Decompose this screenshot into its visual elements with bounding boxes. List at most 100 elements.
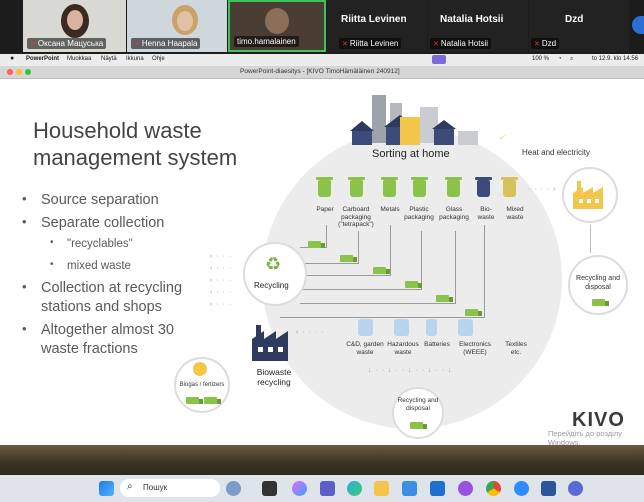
bullet-dot: • [22, 191, 27, 206]
bin-label-bio: Bio-waste [477, 206, 495, 221]
bullet-text: Collection at recycling [41, 280, 183, 296]
truck-icon [204, 397, 221, 404]
search-icon[interactable]: ⌕ [570, 56, 573, 63]
video-tile-6[interactable]: Dzd ✕ Dzd [529, 0, 629, 52]
menu-item-help[interactable]: Ohje [152, 56, 165, 62]
app-icon[interactable] [568, 481, 583, 496]
folder-icon[interactable] [374, 481, 389, 496]
bullet-dot: • [50, 259, 54, 270]
edge-icon[interactable] [347, 481, 362, 496]
mic-muted-icon: ✕ [433, 41, 439, 48]
more-participants-button[interactable] [632, 16, 644, 34]
mail-icon[interactable] [430, 481, 445, 496]
batteries-icon [426, 319, 437, 336]
bio-to-factory-arrow: ‹ · · · · [296, 329, 325, 336]
minimize-window-button[interactable] [16, 69, 22, 75]
bio-line [484, 225, 485, 317]
participant-name-2: ✕ Henna Haapala [131, 38, 201, 49]
mac-menubar: ● PowerPoint Muokkaa Näytä Ikkuna Ohje 1… [0, 54, 644, 66]
video-tile-2[interactable]: ✕ Henna Haapala [127, 0, 227, 52]
menu-app-name[interactable]: PowerPoint [26, 56, 59, 62]
mic-muted-icon: ✕ [30, 41, 36, 48]
mixed-waste-bin-icon [501, 177, 518, 197]
windows-taskbar: ⌕ Пошук [0, 475, 644, 502]
plastic-line-h [300, 289, 422, 290]
lightning-icon: ⚡ [193, 362, 207, 376]
battery-status: 100 % [532, 56, 550, 62]
wifi-icon: ◔ [558, 56, 562, 62]
truck-icon [186, 397, 203, 404]
bullet-dot: • [22, 279, 27, 294]
menu-item-view[interactable]: Näytä [101, 56, 117, 62]
participant-big-name-5: Natalia Hotsii [440, 14, 504, 25]
store-icon[interactable] [402, 481, 417, 496]
power-plant-icon [573, 181, 603, 209]
participant-name-1: ✕ Оксана Мацуська [27, 38, 107, 49]
glass-line [455, 231, 456, 303]
electronics-icon [458, 319, 473, 336]
screen-share-indicator-icon[interactable] [432, 55, 446, 64]
paper-line [326, 225, 327, 247]
participant-face-1 [67, 10, 83, 30]
video-tile-4[interactable]: Riitta Levinen ✕ Riitta Levinen [327, 0, 427, 52]
special-label-electronics: Electronics (WEEE) [459, 341, 491, 356]
plastic-line [421, 231, 422, 289]
factory-icon [252, 325, 288, 361]
hazardous-waste-icon [394, 319, 409, 336]
kivo-logo-text: KIVO [572, 409, 625, 431]
bullet-text: Altogether almost 30 [41, 322, 174, 338]
file-explorer-icon[interactable] [262, 481, 277, 496]
powerpoint-titlebar: PowerPoint-diaesitys - [KIVO TimoHämäläi… [0, 66, 644, 79]
mixed-to-energy-arrow: · · · · › [528, 186, 557, 193]
windows-start-icon[interactable] [99, 481, 114, 496]
participant-big-name-6: Dzd [565, 14, 584, 25]
menu-item-edit[interactable]: Muokkaa [67, 56, 91, 62]
zoom-window-button[interactable] [25, 69, 31, 75]
bullet-dot: • [22, 214, 27, 229]
participant-video-3 [265, 8, 289, 34]
menubar-clock: to 12.9. klo 14.56 [592, 56, 639, 62]
teams-icon[interactable] [320, 481, 335, 496]
close-window-button[interactable] [7, 69, 13, 75]
mic-muted-icon: ✕ [534, 41, 540, 48]
taskbar-search-box[interactable]: ⌕ Пошук [120, 479, 220, 497]
video-tile-5[interactable]: Natalia Hotsii ✕ Natalia Hotsii [428, 0, 528, 52]
truck-icon [592, 299, 609, 306]
participant-name-4: ✕ Riitta Levinen [339, 38, 402, 49]
word-icon[interactable] [541, 481, 556, 496]
paper-bin-icon [316, 177, 333, 197]
glass-bin-icon [445, 177, 462, 197]
bullet-text: Separate collection [41, 215, 165, 231]
truck-icon [340, 255, 357, 262]
participant-big-name-4: Riitta Levinen [341, 14, 407, 25]
truck-icon [410, 422, 427, 429]
mic-muted-icon: ✕ [134, 41, 140, 48]
task-view-icon[interactable] [226, 481, 241, 496]
menu-item-window[interactable]: Ikkuna [126, 56, 144, 62]
background-video-strip [0, 445, 644, 475]
metals-bin-icon [381, 177, 398, 197]
copilot-icon[interactable] [292, 481, 307, 496]
bin-label-metals: Metals [380, 206, 400, 213]
recycling-output-arrows: ‹ · · · ‹ · · · ‹ · · · ‹ · · · ‹ · · · [210, 253, 233, 308]
bullet-dot: • [50, 237, 54, 248]
bin-label-plastic: Plastic packaging [404, 206, 434, 221]
participant-name-6: ✕ Dzd [531, 38, 560, 49]
carboard-bin-icon [348, 177, 365, 197]
bio-waste-bin-icon [475, 177, 492, 197]
recycling-disposal-right-label: Recycling and disposal [576, 275, 620, 291]
plastic-bin-icon [411, 177, 428, 197]
sorting-at-home-label: Sorting at home [372, 148, 450, 160]
apple-icon[interactable]: ● [10, 55, 14, 62]
houses-icon [350, 95, 478, 145]
truck-icon [308, 241, 325, 248]
glass-line-h [300, 303, 456, 304]
video-tile-3[interactable]: timo.hamalainen [228, 0, 326, 52]
chrome-icon[interactable] [486, 481, 501, 496]
bin-label-glass: Glass packaging [439, 206, 469, 221]
messenger-icon[interactable] [458, 481, 473, 496]
zoom-icon[interactable] [514, 481, 529, 496]
bin-label-mixed: Mixed waste [506, 206, 524, 221]
video-tile-1[interactable]: ✕ Оксана Мацуська [23, 0, 126, 52]
search-icon: ⌕ [127, 481, 133, 492]
